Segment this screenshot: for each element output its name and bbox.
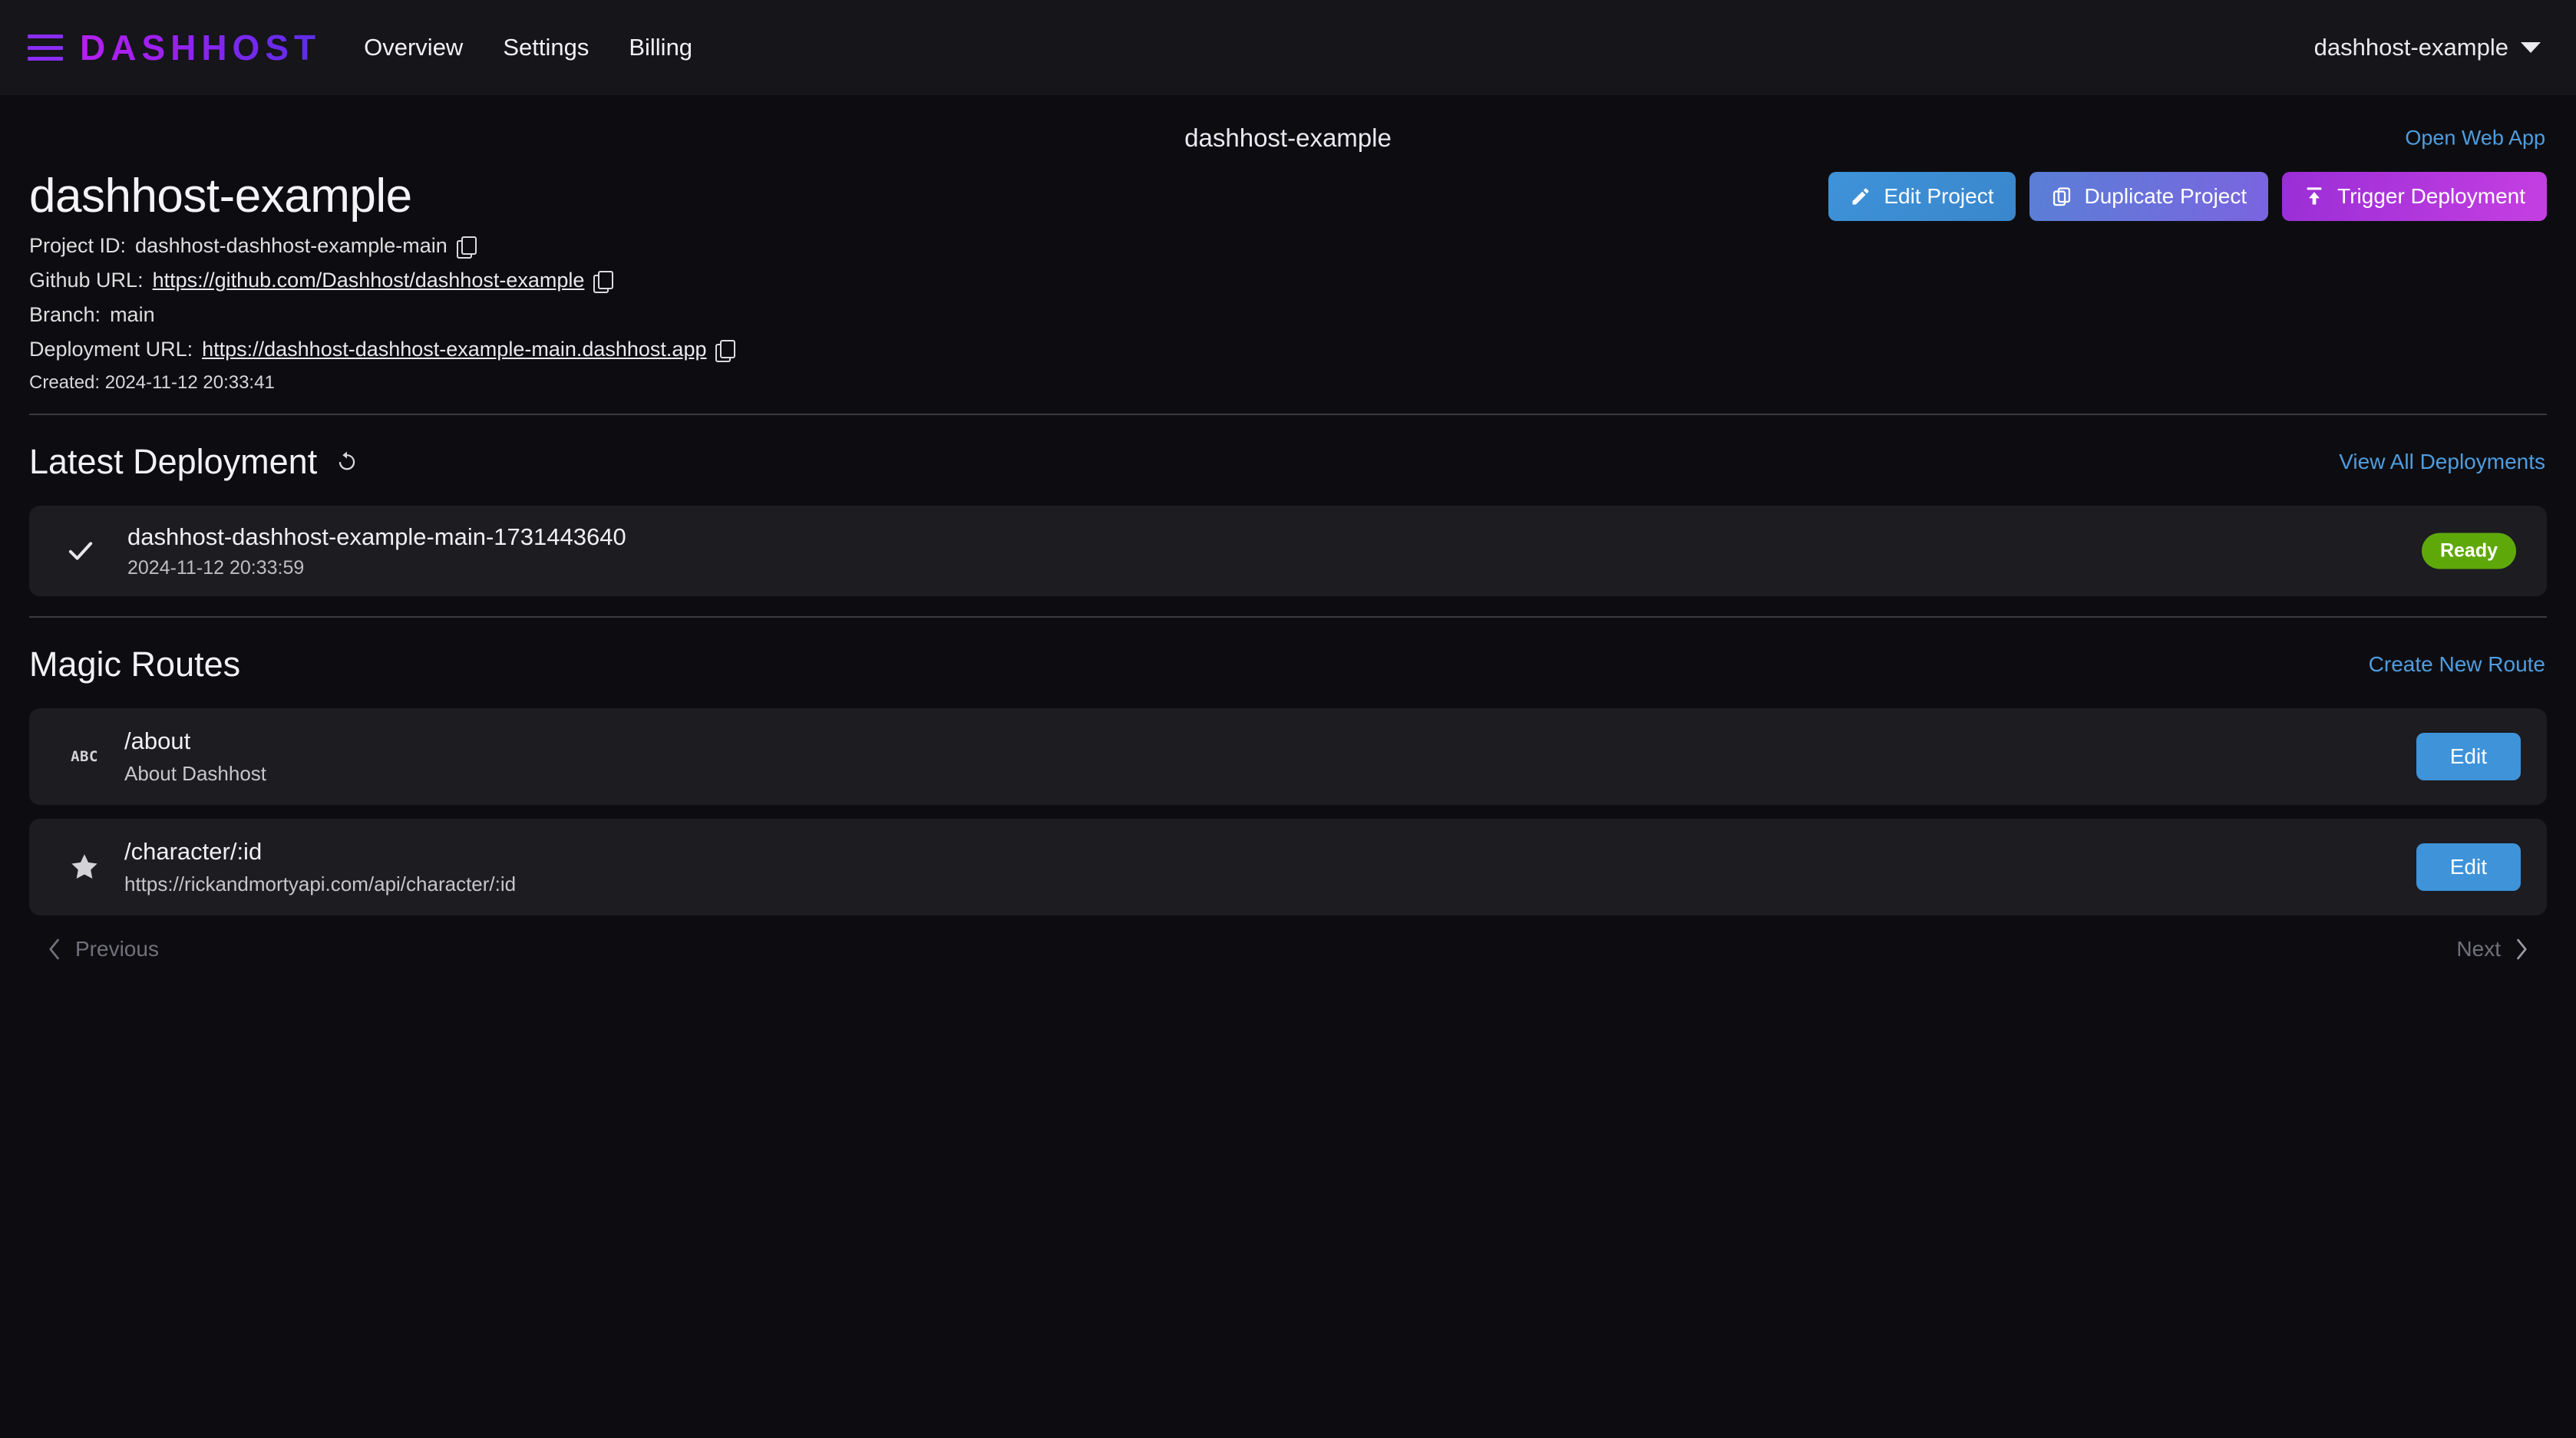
- nav-item-settings[interactable]: Settings: [503, 34, 589, 61]
- edit-project-button[interactable]: Edit Project: [1828, 172, 2016, 221]
- duplicate-project-button[interactable]: Duplicate Project: [2029, 172, 2269, 221]
- latest-deployment-card[interactable]: dashhost-dashhost-example-main-173144364…: [29, 506, 2547, 597]
- deployment-name: dashhost-dashhost-example-main-173144364…: [127, 523, 626, 550]
- route-description: About Dashhost: [124, 762, 267, 786]
- open-web-app-link[interactable]: Open Web App: [2405, 127, 2545, 150]
- trigger-deployment-label: Trigger Deployment: [2337, 184, 2525, 208]
- latest-deployment-title: Latest Deployment: [29, 442, 318, 482]
- nav-item-overview[interactable]: Overview: [364, 34, 463, 61]
- route-list-item[interactable]: ABC /about About Dashhost Edit: [29, 708, 2547, 806]
- header-divider: [29, 414, 2547, 416]
- abc-text-icon: ABC: [63, 748, 106, 765]
- edit-route-button[interactable]: Edit: [2416, 733, 2521, 781]
- route-path: /character/:id: [124, 838, 263, 866]
- main-content: dashhost-example Project ID: dashhost-da…: [0, 160, 2576, 969]
- account-name: dashhost-example: [2313, 34, 2508, 61]
- copy-github-url-icon[interactable]: [593, 270, 614, 293]
- nav-item-billing[interactable]: Billing: [629, 34, 692, 61]
- route-info: /about About Dashhost: [124, 727, 266, 786]
- view-all-deployments-link[interactable]: View All Deployments: [2339, 450, 2545, 474]
- latest-deployment-header: Latest Deployment View All Deployments: [29, 440, 2547, 484]
- top-navbar: DASHHOST Overview Settings Billing dashh…: [0, 0, 2576, 95]
- account-switcher[interactable]: dashhost-example: [2314, 34, 2541, 61]
- route-description: https://rickandmortyapi.com/api/characte…: [124, 872, 517, 896]
- deployment-url-link[interactable]: https://dashhost-dashhost-example-main.d…: [202, 338, 706, 361]
- deployment-date: 2024-11-12 20:33:59: [127, 556, 305, 579]
- previous-page-button[interactable]: Previous: [31, 929, 174, 969]
- create-new-route-link[interactable]: Create New Route: [2369, 652, 2545, 677]
- edit-project-label: Edit Project: [1884, 184, 1994, 208]
- copy-deployment-url-icon[interactable]: [715, 339, 736, 362]
- route-path: /about: [124, 727, 191, 755]
- subheader-title: dashhost-example: [1184, 124, 1392, 152]
- deployment-info: dashhost-dashhost-example-main-173144364…: [127, 523, 626, 579]
- copy-icon: [2053, 187, 2070, 206]
- duplicate-project-label: Duplicate Project: [2084, 184, 2247, 208]
- magic-routes-title: Magic Routes: [29, 645, 241, 684]
- hamburger-menu-icon[interactable]: [28, 35, 63, 61]
- routes-pagination: Previous Next: [29, 929, 2547, 969]
- next-page-button[interactable]: Next: [2441, 929, 2545, 969]
- project-actions: Edit Project Duplicate Project Trigger D…: [1828, 172, 2547, 221]
- abc-icon-label: ABC: [71, 748, 98, 766]
- deployment-divider: [29, 616, 2547, 618]
- refresh-icon[interactable]: [334, 449, 360, 475]
- chevron-right-icon: [2517, 938, 2527, 960]
- brand-logo[interactable]: DASHHOST: [80, 27, 321, 68]
- status-badge: Ready: [2421, 533, 2516, 569]
- github-url-link[interactable]: https://github.com/Dashhost/dashhost-exa…: [153, 269, 585, 292]
- edit-route-button[interactable]: Edit: [2416, 843, 2521, 892]
- check-icon: [68, 542, 93, 560]
- page-title: dashhost-example: [29, 170, 412, 223]
- meta-row-created: Created: 2024-11-12 20:33:41: [29, 372, 734, 394]
- upload-icon: [2307, 187, 2322, 205]
- hamburger-bar: [28, 57, 63, 61]
- project-header: dashhost-example Project ID: dashhost-da…: [29, 160, 2547, 394]
- project-info: dashhost-example Project ID: dashhost-da…: [29, 169, 736, 394]
- project-id-label: Project ID:: [29, 234, 127, 258]
- project-id-value: dashhost-dashhost-example-main: [135, 234, 447, 258]
- created-timestamp: Created: 2024-11-12 20:33:41: [29, 372, 275, 394]
- copy-project-id-icon[interactable]: [456, 236, 477, 259]
- project-subheader: dashhost-example Open Web App: [0, 117, 2576, 160]
- chevron-down-icon: [2521, 42, 2541, 53]
- star-icon-wrapper: [63, 851, 106, 883]
- pencil-icon: [1852, 188, 1869, 205]
- chevron-left-icon: [49, 938, 59, 960]
- meta-row-branch: Branch: main: [29, 303, 734, 327]
- primary-nav: Overview Settings Billing: [364, 34, 692, 61]
- deployment-url-label: Deployment URL:: [29, 338, 193, 361]
- project-metadata: Project ID: dashhost-dashhost-example-ma…: [29, 234, 736, 394]
- star-icon: [71, 854, 97, 879]
- trigger-deployment-button[interactable]: Trigger Deployment: [2282, 172, 2547, 221]
- next-page-label: Next: [2456, 937, 2501, 961]
- route-list-item[interactable]: /character/:id https://rickandmortyapi.c…: [29, 819, 2547, 916]
- hamburger-bar: [28, 45, 63, 50]
- github-url-label: Github URL:: [29, 269, 144, 292]
- magic-routes-header: Magic Routes Create New Route: [29, 642, 2547, 687]
- meta-row-project-id: Project ID: dashhost-dashhost-example-ma…: [29, 234, 734, 259]
- hamburger-bar: [28, 35, 63, 38]
- previous-page-label: Previous: [75, 937, 159, 961]
- branch-value: main: [110, 303, 155, 327]
- branch-label: Branch:: [29, 303, 101, 327]
- meta-row-deployment-url: Deployment URL: https://dashhost-dashhos…: [29, 338, 736, 362]
- route-info: /character/:id https://rickandmortyapi.c…: [124, 838, 516, 896]
- meta-row-github-url: Github URL: https://github.com/Dashhost/…: [29, 269, 734, 293]
